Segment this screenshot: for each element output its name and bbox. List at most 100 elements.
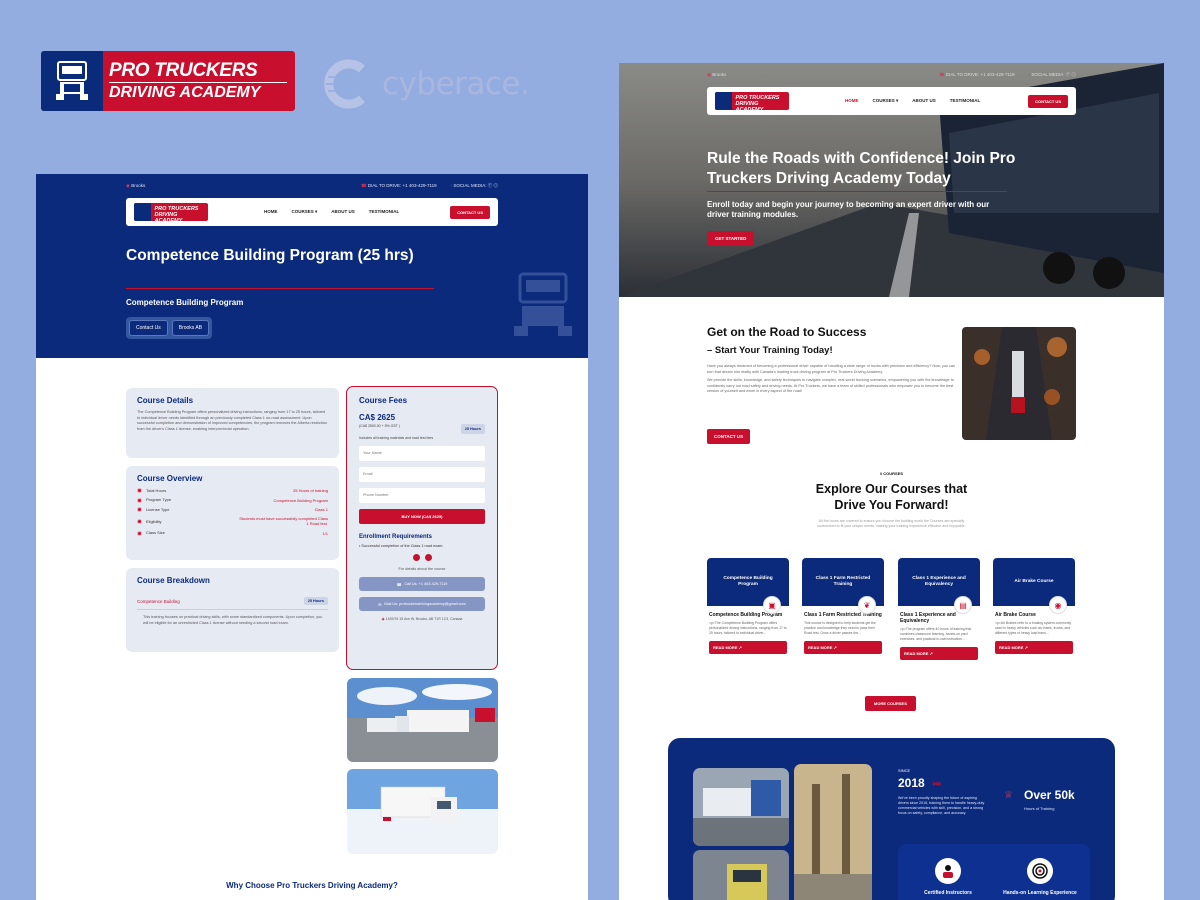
- nav-testimonial[interactable]: TESTIMONIAL: [369, 209, 400, 215]
- logo-line-1: PRO TRUCKERS: [109, 60, 258, 81]
- overview-row: Program Type Competence Building Program: [137, 497, 328, 503]
- arrows-icon: ›››››: [932, 779, 941, 788]
- course-card[interactable]: Air Brake Course ◉ Air Brake Course <p>A…: [993, 558, 1075, 654]
- phone-link[interactable]: ☎ DIAL TO DRIVE: +1 403-429-7119: [939, 72, 1015, 78]
- contact-us-button[interactable]: CONTACT US: [450, 205, 490, 219]
- more-courses-button[interactable]: MORE COURSES: [865, 696, 916, 711]
- instagram-icon[interactable]: ◎: [1072, 72, 1077, 77]
- mail-icon: ✉: [378, 602, 382, 607]
- page-title: Competence Building Program (25 hrs): [126, 247, 414, 264]
- hero-text: Enroll today and begin your journey to b…: [707, 200, 990, 219]
- nav-courses[interactable]: COURSES ▾: [292, 209, 318, 215]
- social-label: ‹ SOCIAL MEDIA: ⓕ ◎: [1028, 72, 1077, 77]
- courses-heading: // COURSES Explore Our Courses that Driv…: [619, 471, 1164, 529]
- course-card-text: <p>Air Brakes refer to a braking system …: [995, 621, 1072, 635]
- read-more-button[interactable]: READ MORE ↗: [709, 641, 787, 654]
- top-bar: ◉ Brooks ☎ DIAL TO DRIVE: +1 403-429-711…: [36, 174, 588, 198]
- courses-intro: All the hours are covered to ensure you …: [817, 519, 966, 528]
- course-card-text: This course is designed to help students…: [804, 621, 876, 635]
- bullet-icon: [137, 507, 142, 513]
- contact-us-hero-button[interactable]: Contact Us: [129, 320, 168, 336]
- name-field[interactable]: Your Name: [359, 446, 485, 461]
- course-overview-card: Course Overview Total Hours 25 Hours of t…: [126, 466, 339, 560]
- course-breakdown-card: Course Breakdown Competence Building 25 …: [126, 568, 339, 652]
- road-night-photo: [962, 327, 1076, 440]
- hero-divider: [707, 191, 1007, 192]
- training-hours-stat: Over 50k: [1024, 788, 1075, 802]
- brand-logo: PRO TRUCKERS DRIVING ACADEMY: [41, 51, 295, 111]
- facebook-icon[interactable]: ⓕ: [1066, 72, 1071, 77]
- read-more-button[interactable]: READ MORE ↗: [995, 641, 1073, 654]
- read-more-button[interactable]: READ MORE ↗: [804, 641, 882, 654]
- nav-about[interactable]: ABOUT US: [912, 98, 936, 104]
- call-us-button[interactable]: ☎ Call Us: +1 403-429-7119: [359, 577, 485, 591]
- nav-courses[interactable]: COURSES ▾: [873, 98, 899, 104]
- hero-buttons: Contact Us Brooks AB: [126, 317, 213, 339]
- section-title: Get on the Road to Success: [707, 325, 867, 339]
- since-label: SINCE: [898, 768, 911, 773]
- instagram-icon[interactable]: ◎: [494, 183, 499, 188]
- bullet-icon: [137, 488, 142, 494]
- course-fees-title: Course Fees: [359, 396, 408, 405]
- cyberace-mark-icon: [324, 59, 365, 109]
- phone-link[interactable]: ☎ DIAL TO DRIVE: +1 403-429-7119: [361, 183, 437, 189]
- facebook-icon[interactable]: ⓕ: [488, 183, 493, 188]
- truck-icon: [134, 203, 152, 221]
- location-text: ◉ Brooks: [126, 183, 146, 188]
- truck-icon: [715, 92, 733, 110]
- nav-logo[interactable]: PRO TRUCKERS DRIVING ACADEMY: [134, 203, 208, 221]
- instagram-icon[interactable]: [424, 554, 432, 561]
- get-started-button[interactable]: GET STARTED: [707, 231, 755, 246]
- social-label: ‹ SOCIAL MEDIA: ⓕ ◎: [450, 183, 499, 188]
- section-text: Have you always dreamed of becoming a pr…: [707, 364, 956, 394]
- requirement-item: • Successful completion of the Class 1 r…: [359, 544, 444, 548]
- page-subtitle: Competence Building Program: [126, 298, 244, 307]
- logo-line-2: DRIVING ACADEMY: [109, 82, 287, 102]
- course-breakdown-title: Course Breakdown: [137, 576, 210, 585]
- details-text: For details about the course: [398, 567, 446, 571]
- course-details-card: Course Details The Competence Building P…: [126, 388, 339, 458]
- facebook-icon[interactable]: [412, 554, 420, 561]
- agency-logo: cyberace.: [318, 55, 530, 113]
- chevron-down-icon: ▾: [896, 98, 899, 103]
- breakdown-text: This training focuses on practical drivi…: [143, 615, 323, 625]
- buy-now-button[interactable]: BUY NOW (CA$ 2625): [359, 509, 485, 524]
- truck-watermark-icon: [514, 272, 572, 336]
- target-icon: [1027, 858, 1053, 884]
- trophy-icon: ♕: [1004, 790, 1013, 801]
- location-text: ◉ Brooks: [707, 72, 727, 77]
- nav-home[interactable]: HOME: [845, 98, 859, 104]
- overview-row: Eligibility Students must have successful…: [137, 516, 328, 526]
- phone-field[interactable]: Phone Number: [359, 488, 485, 503]
- founding-year: 2018: [898, 776, 925, 790]
- course-card[interactable]: Class 1 Experience and Equivalency ▤ Cla…: [898, 558, 980, 660]
- course-overview-title: Course Overview: [137, 474, 203, 483]
- contact-us-button[interactable]: CONTACT US: [1028, 94, 1068, 108]
- courses-kicker: // COURSES: [879, 471, 904, 476]
- title-divider: [126, 288, 434, 289]
- truck-snow-photo: [347, 769, 498, 854]
- course-card[interactable]: Class 1 Farm Restricted Training ❦ Class…: [802, 558, 884, 654]
- overview-row: Class Size 1/1: [137, 530, 328, 536]
- home-hero: ◉ Brooks ☎ DIAL TO DRIVE: +1 403-429-711…: [619, 63, 1164, 297]
- read-more-button[interactable]: READ MORE ↗: [900, 647, 978, 660]
- bullet-icon: [137, 530, 142, 536]
- breakdown-item: Competence Building: [137, 598, 180, 604]
- top-bar: ◉ Brooks ☎ DIAL TO DRIVE: +1 403-429-711…: [619, 63, 1164, 87]
- truck-cab-photo: [693, 850, 789, 900]
- stats-section: SINCE 2018 ››››› We've been proudly shap…: [668, 738, 1115, 900]
- location-pin-icon: ◉: [381, 617, 385, 621]
- email-field[interactable]: Email: [359, 467, 485, 482]
- phone-icon: ☎: [396, 582, 402, 587]
- nav-logo[interactable]: PRO TRUCKERS DRIVING ACADEMY: [715, 92, 789, 110]
- nav-testimonial[interactable]: TESTIMONIAL: [950, 98, 981, 104]
- overview-row: License Type Class 1: [137, 507, 328, 513]
- contact-us-section-button[interactable]: CONTACT US: [707, 429, 751, 444]
- mail-us-button[interactable]: ✉ Mail Us: protruckersdrivingacademy@gmai…: [359, 597, 485, 611]
- courses-title: Explore Our Courses that Drive You Forwa…: [815, 482, 968, 512]
- course-card[interactable]: Competence Building Program ▣ Competence…: [707, 558, 789, 654]
- agency-name: cyberace.: [382, 66, 530, 102]
- nav-about[interactable]: ABOUT US: [331, 209, 355, 215]
- location-button[interactable]: Brooks AB: [171, 320, 210, 336]
- nav-home[interactable]: HOME: [264, 209, 278, 215]
